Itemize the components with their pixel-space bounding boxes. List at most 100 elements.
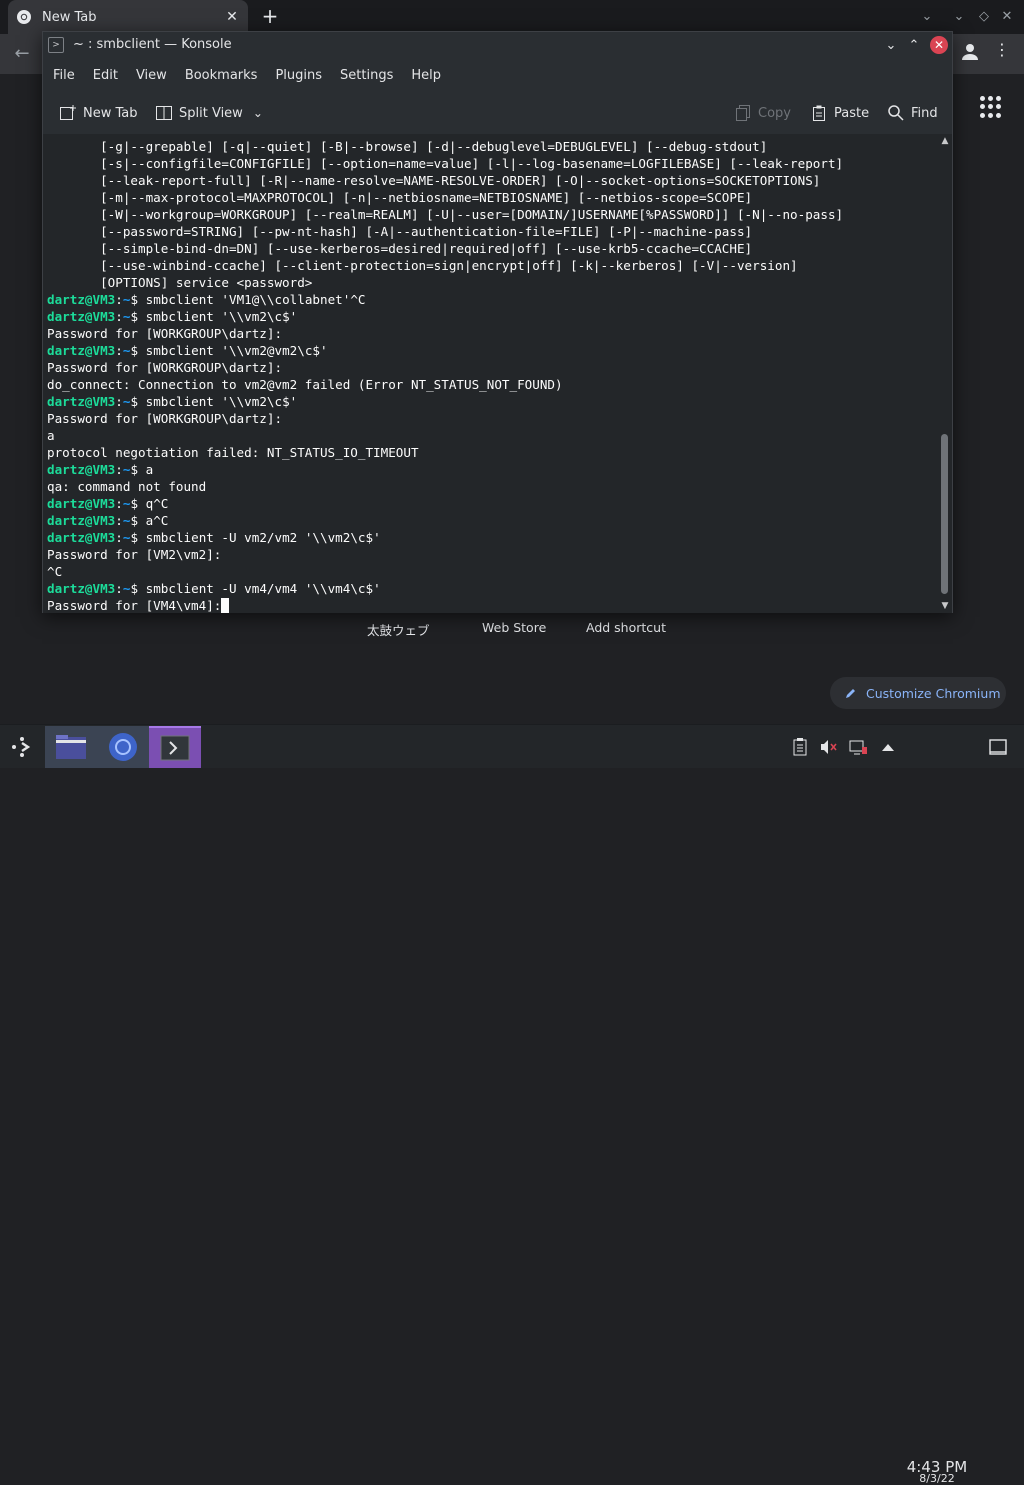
terminal-line: [-m|--max-protocol=MAXPROTOCOL] [-n|--ne… — [47, 189, 843, 206]
prompt-user: dartz@VM3 — [47, 394, 116, 409]
shortcut-web-store[interactable]: Web Store — [482, 620, 546, 635]
prompt-user: dartz@VM3 — [47, 343, 116, 358]
terminal-line: [--password=STRING] [--pw-nt-hash] [-A|-… — [47, 223, 843, 240]
pencil-icon — [846, 689, 855, 698]
terminal-line-text: ^C — [47, 564, 63, 579]
copy-button[interactable]: Copy — [734, 104, 791, 122]
prompt-separator: : — [115, 513, 123, 528]
clipboard-icon[interactable] — [790, 737, 810, 757]
prompt-separator: : — [115, 496, 123, 511]
customize-chromium-button[interactable]: Customize Chromium — [830, 677, 1006, 709]
menu-edit[interactable]: Edit — [93, 68, 118, 83]
taskbar-chromium[interactable] — [97, 726, 149, 768]
terminal-line-text: Password for [WORKGROUP\dartz]: — [47, 326, 283, 341]
terminal-line-text: smbclient '\\vm2\c$' — [138, 309, 298, 324]
terminal-line-text: qa: command not found — [47, 479, 207, 494]
terminal-line-text: a^C — [138, 513, 169, 528]
konsole-titlebar[interactable]: > ~ : smbclient — Konsole ⌄ ⌃ ✕ — [43, 32, 952, 59]
menu-view[interactable]: View — [136, 68, 167, 83]
more-menu-icon[interactable]: ⋮ — [994, 40, 1010, 64]
chevron-down-icon[interactable]: ⌄ — [253, 106, 263, 120]
back-arrow-icon[interactable]: ← — [10, 42, 34, 66]
menu-plugins[interactable]: Plugins — [275, 68, 322, 83]
terminal-line-text: smbclient '\\vm2@vm2\c$' — [138, 343, 328, 358]
close-window-icon[interactable]: ✕ — [930, 36, 948, 54]
find-label: Find — [911, 105, 938, 121]
close-tab-icon[interactable]: ✕ — [224, 9, 240, 25]
terminal-line: [--leak-report-full] [-R|--name-resolve=… — [47, 172, 843, 189]
terminal-line: protocol negotiation failed: NT_STATUS_I… — [47, 444, 843, 461]
menu-settings[interactable]: Settings — [340, 68, 393, 83]
terminal-line-text: Password for [WORKGROUP\dartz]: — [47, 360, 283, 375]
close-window-icon[interactable]: ✕ — [998, 8, 1016, 26]
konsole-app-icon: > — [48, 37, 64, 53]
application-launcher[interactable] — [0, 726, 44, 768]
terminal-scrollbar[interactable]: ▲ ▼ — [938, 134, 952, 613]
prompt-symbol: $ — [130, 513, 139, 528]
terminal-line: qa: command not found — [47, 478, 843, 495]
terminal-line-text: Password for [WORKGROUP\dartz]: — [47, 411, 283, 426]
new-tab-label: New Tab — [83, 105, 138, 121]
taskbar-files[interactable] — [45, 726, 97, 768]
konsole-icon — [160, 735, 190, 761]
terminal-line: dartz@VM3:~$ smbclient '\\vm2\c$' — [47, 393, 843, 410]
terminal-line-text: smbclient '\\vm2\c$' — [138, 394, 298, 409]
terminal-line-text: smbclient 'VM1@\\collabnet'^C — [138, 292, 366, 307]
restore-icon[interactable]: ◇ — [975, 8, 993, 26]
profile-icon[interactable] — [958, 40, 982, 64]
taskbar: 4:43 PM 8/3/22 — [0, 724, 1024, 1485]
find-button[interactable]: Find — [887, 104, 938, 122]
menu-bookmarks[interactable]: Bookmarks — [185, 68, 258, 83]
terminal-cursor — [221, 598, 230, 613]
show-desktop-icon[interactable] — [988, 737, 1008, 757]
prompt-separator: : — [115, 462, 123, 477]
tab-search-icon[interactable]: ⌄ — [918, 8, 936, 26]
scrollbar-thumb[interactable] — [941, 434, 948, 594]
browser-tab[interactable]: New Tab ✕ — [8, 0, 248, 34]
terminal-line: Password for [VM2\vm2]: — [47, 546, 843, 563]
terminal-line: dartz@VM3:~$ smbclient '\\vm2@vm2\c$' — [47, 342, 843, 359]
copy-label: Copy — [758, 105, 791, 121]
prompt-separator: : — [115, 394, 123, 409]
terminal-view[interactable]: [-g|--grepable] [-q|--quiet] [-B|--brows… — [43, 134, 938, 613]
scroll-up-icon[interactable]: ▲ — [938, 134, 952, 148]
paste-button[interactable]: Paste — [810, 104, 869, 122]
shortcut-taiko[interactable]: 太鼓ウェブ — [367, 620, 430, 639]
system-tray-expand-icon[interactable] — [878, 737, 898, 757]
maximize-icon[interactable]: ⌃ — [905, 37, 923, 55]
taskbar-konsole[interactable] — [149, 726, 201, 768]
minimize-icon[interactable]: ⌄ — [950, 8, 968, 26]
terminal-line: dartz@VM3:~$ smbclient -U vm2/vm2 '\\vm2… — [47, 529, 843, 546]
terminal-line-text: [--password=STRING] [--pw-nt-hash] [-A|-… — [47, 224, 753, 239]
menu-help[interactable]: Help — [411, 68, 441, 83]
terminal-line-text: [-g|--grepable] [-q|--quiet] [-B|--brows… — [47, 139, 768, 154]
paste-label: Paste — [834, 105, 870, 121]
chromium-icon — [109, 733, 137, 761]
terminal-line: dartz@VM3:~$ q^C — [47, 495, 843, 512]
terminal-line: dartz@VM3:~$ smbclient 'VM1@\\collabnet'… — [47, 291, 843, 308]
new-tab-button[interactable]: New Tab — [59, 104, 138, 122]
terminal-output: [-g|--grepable] [-q|--quiet] [-B|--brows… — [47, 138, 843, 613]
menu-file[interactable]: File — [53, 68, 75, 83]
terminal-line-text: Password for [VM2\vm2]: — [47, 547, 222, 562]
google-apps-icon[interactable] — [980, 96, 1002, 118]
new-tab-button[interactable]: + — [258, 6, 282, 28]
minimize-icon[interactable]: ⌄ — [882, 37, 900, 55]
shortcut-add[interactable]: Add shortcut — [586, 620, 666, 635]
window-title: ~ : smbclient — Konsole — [73, 37, 232, 52]
split-view-button[interactable]: Split View ⌄ — [155, 104, 263, 122]
scroll-down-icon[interactable]: ▼ — [938, 599, 952, 613]
terminal-line-text: a — [138, 462, 154, 477]
menubar: File Edit View Bookmarks Plugins Setting… — [43, 60, 952, 90]
prompt-symbol: $ — [130, 581, 139, 596]
prompt-separator: : — [115, 581, 123, 596]
terminal-line-text: q^C — [138, 496, 169, 511]
terminal-line: dartz@VM3:~$ smbclient -U vm4/vm4 '\\vm4… — [47, 580, 843, 597]
network-icon[interactable] — [848, 737, 868, 757]
volume-muted-icon[interactable] — [818, 737, 838, 757]
terminal-line-text: protocol negotiation failed: NT_STATUS_I… — [47, 445, 419, 460]
prompt-separator: : — [115, 343, 123, 358]
terminal-line: [OPTIONS] service <password> — [47, 274, 843, 291]
clock-date[interactable]: 8/3/22 — [898, 1472, 976, 1485]
search-icon — [888, 105, 904, 121]
